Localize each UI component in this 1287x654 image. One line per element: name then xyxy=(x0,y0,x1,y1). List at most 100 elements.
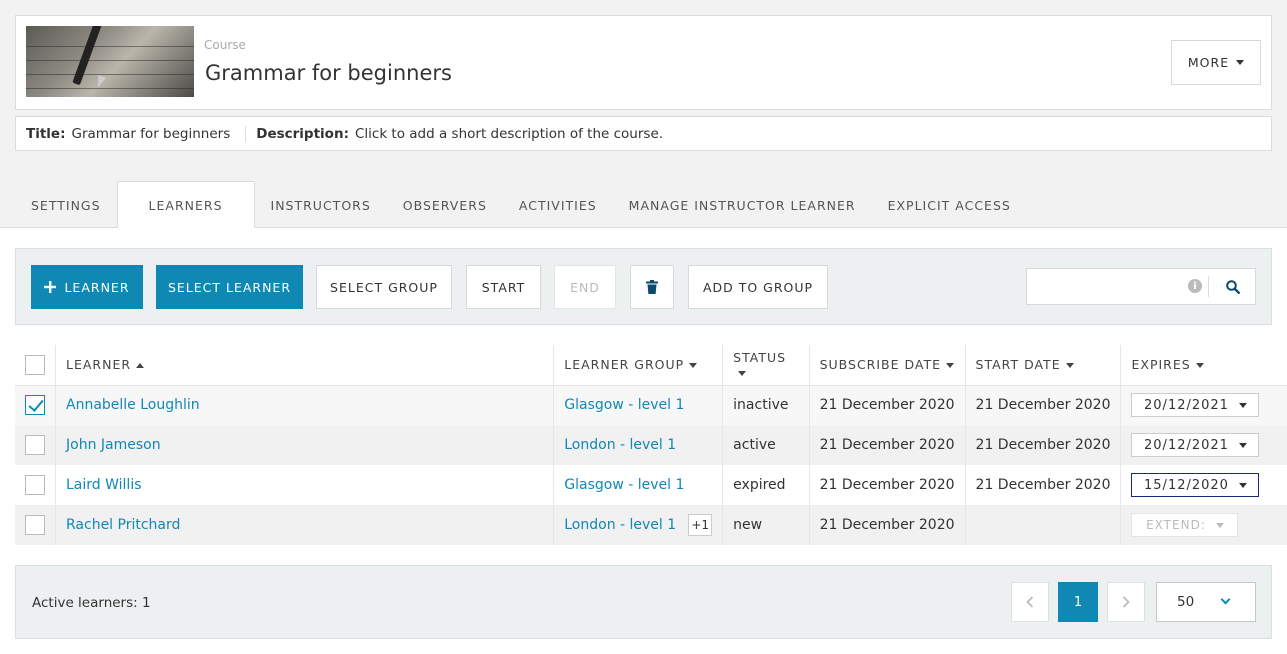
select-group-button[interactable]: SELECT GROUP xyxy=(316,265,452,309)
prev-page-button[interactable] xyxy=(1011,582,1049,622)
more-button-label: MORE xyxy=(1187,55,1230,70)
extra-groups-badge[interactable]: +1 xyxy=(688,514,713,536)
add-learner-label: LEARNER xyxy=(64,279,130,295)
caret-down-icon xyxy=(1238,482,1247,488)
caret-down-icon xyxy=(1238,442,1247,448)
column-header-start-date[interactable]: START DATE xyxy=(964,345,1121,386)
select-learner-button[interactable]: SELECT LEARNER xyxy=(156,265,303,309)
learner-group-link[interactable]: London - level 1 xyxy=(564,517,676,533)
add-to-group-button[interactable]: ADD TO GROUP xyxy=(688,265,828,309)
row-checkbox[interactable] xyxy=(25,475,45,495)
course-meta-bar: Title: Grammar for beginners Description… xyxy=(15,116,1272,151)
column-header-status[interactable]: STATUS xyxy=(722,345,810,386)
caret-down-icon xyxy=(1236,60,1245,65)
learner-group-link[interactable]: Glasgow - level 1 xyxy=(564,397,684,413)
table-row: Laird Willis Glasgow - level 1 expired 2… xyxy=(15,465,1287,505)
table-row: Annabelle Loughlin Glasgow - level 1 ina… xyxy=(15,385,1287,425)
caret-down-icon xyxy=(1065,363,1074,369)
tab-observers[interactable]: OBSERVERS xyxy=(387,182,503,228)
title-value: Grammar for beginners xyxy=(71,125,231,142)
caret-down-icon xyxy=(1195,363,1204,369)
active-learners-count: Active learners: 1 xyxy=(32,595,151,611)
learner-group-link[interactable]: London - level 1 xyxy=(564,437,676,453)
tab-activities[interactable]: ACTIVITIES xyxy=(503,182,613,228)
subscribe-date-cell: 21 December 2020 xyxy=(808,505,966,545)
learner-group-link[interactable]: Glasgow - level 1 xyxy=(564,477,684,493)
tab-explicit-access[interactable]: EXPLICIT ACCESS xyxy=(872,182,1027,228)
start-date-cell xyxy=(964,505,1121,545)
tab-manage-instructor-learner[interactable]: MANAGE INSTRUCTOR LEARNER xyxy=(613,182,872,228)
table-row: John Jameson London - level 1 active 21 … xyxy=(15,425,1287,465)
status-cell: expired xyxy=(722,465,810,505)
page-title: Grammar for beginners xyxy=(205,61,452,85)
column-header-subscribe-date[interactable]: SUBSCRIBE DATE xyxy=(808,345,966,386)
column-header-learner[interactable]: LEARNER xyxy=(54,345,554,386)
search-button[interactable] xyxy=(1211,269,1255,304)
search-icon xyxy=(1226,279,1240,294)
search-input[interactable] xyxy=(1027,269,1187,304)
course-description-field[interactable]: Description: Click to add a short descri… xyxy=(245,125,678,142)
column-header-expires[interactable]: EXPIRES xyxy=(1120,345,1287,386)
start-date-cell: 21 December 2020 xyxy=(964,465,1121,505)
description-key: Description: xyxy=(256,125,349,142)
subscribe-date-cell: 21 December 2020 xyxy=(808,385,966,425)
tab-settings[interactable]: SETTINGS xyxy=(15,182,117,228)
expires-dropdown[interactable]: 20/12/2021 xyxy=(1131,433,1260,457)
table-header-row: LEARNER LEARNER GROUP STATUS SUBSCRIBE D… xyxy=(15,345,1287,386)
learners-table: LEARNER LEARNER GROUP STATUS SUBSCRIBE D… xyxy=(15,345,1287,545)
start-date-cell: 21 December 2020 xyxy=(964,425,1121,465)
caret-down-icon xyxy=(1215,522,1224,528)
course-header: Course Grammar for beginners MORE xyxy=(15,15,1272,110)
chevron-right-icon xyxy=(1122,596,1130,608)
start-button[interactable]: START xyxy=(466,265,541,309)
course-title-field[interactable]: Title: Grammar for beginners xyxy=(16,126,245,142)
course-label: Course xyxy=(204,38,246,52)
search-divider xyxy=(1208,276,1209,297)
add-learner-button[interactable]: LEARNER xyxy=(31,265,143,309)
column-header-learner-group[interactable]: LEARNER GROUP xyxy=(553,345,723,386)
status-cell: inactive xyxy=(722,385,810,425)
plus-icon xyxy=(44,281,57,293)
caret-down-icon xyxy=(738,370,747,376)
caret-down-icon xyxy=(946,363,955,369)
learner-name-link[interactable]: Laird Willis xyxy=(66,477,142,493)
tab-instructors[interactable]: INSTRUCTORS xyxy=(255,182,387,228)
row-checkbox[interactable] xyxy=(25,515,45,535)
table-footer: Active learners: 1 1 50 xyxy=(15,565,1272,639)
caret-down-icon xyxy=(1238,402,1247,408)
per-page-value: 50 xyxy=(1177,594,1195,610)
per-page-select[interactable]: 50 xyxy=(1156,582,1256,622)
caret-down-icon xyxy=(689,363,698,369)
search-box: i xyxy=(1026,268,1256,305)
expires-dropdown[interactable]: 20/12/2021 xyxy=(1131,393,1260,418)
subscribe-date-cell: 21 December 2020 xyxy=(808,465,966,505)
chevron-down-icon xyxy=(1220,594,1231,605)
status-cell: active xyxy=(722,425,810,465)
trash-icon xyxy=(646,280,658,294)
subscribe-date-cell: 21 December 2020 xyxy=(808,425,966,465)
sort-asc-icon xyxy=(136,363,145,369)
tab-learners[interactable]: LEARNERS xyxy=(116,181,255,228)
select-all-cell xyxy=(15,345,56,386)
more-button[interactable]: MORE xyxy=(1171,40,1261,85)
info-icon[interactable]: i xyxy=(1188,279,1202,293)
tab-bar: SETTINGS LEARNERS INSTRUCTORS OBSERVERS … xyxy=(15,181,1027,228)
learner-name-link[interactable]: Rachel Pritchard xyxy=(66,517,180,533)
chevron-left-icon xyxy=(1026,596,1034,608)
next-page-button[interactable] xyxy=(1107,582,1145,622)
learner-name-link[interactable]: John Jameson xyxy=(66,437,161,453)
expires-dropdown[interactable]: 15/12/2020 xyxy=(1131,473,1260,497)
delete-button[interactable] xyxy=(630,265,674,309)
course-thumbnail xyxy=(26,26,194,97)
end-button[interactable]: END xyxy=(554,265,616,309)
extend-dropdown[interactable]: EXTEND: xyxy=(1131,513,1239,537)
table-row: Rachel Pritchard London - level 1 +1 new … xyxy=(15,505,1287,545)
select-all-checkbox[interactable] xyxy=(25,354,45,375)
page-button-current[interactable]: 1 xyxy=(1058,582,1098,622)
row-checkbox[interactable] xyxy=(25,395,45,416)
status-cell: new xyxy=(722,505,810,545)
description-value: Click to add a short description of the … xyxy=(354,125,664,142)
row-checkbox[interactable] xyxy=(25,435,45,455)
learner-name-link[interactable]: Annabelle Loughlin xyxy=(66,397,200,413)
learners-toolbar: LEARNER SELECT LEARNER SELECT GROUP STAR… xyxy=(15,248,1272,325)
